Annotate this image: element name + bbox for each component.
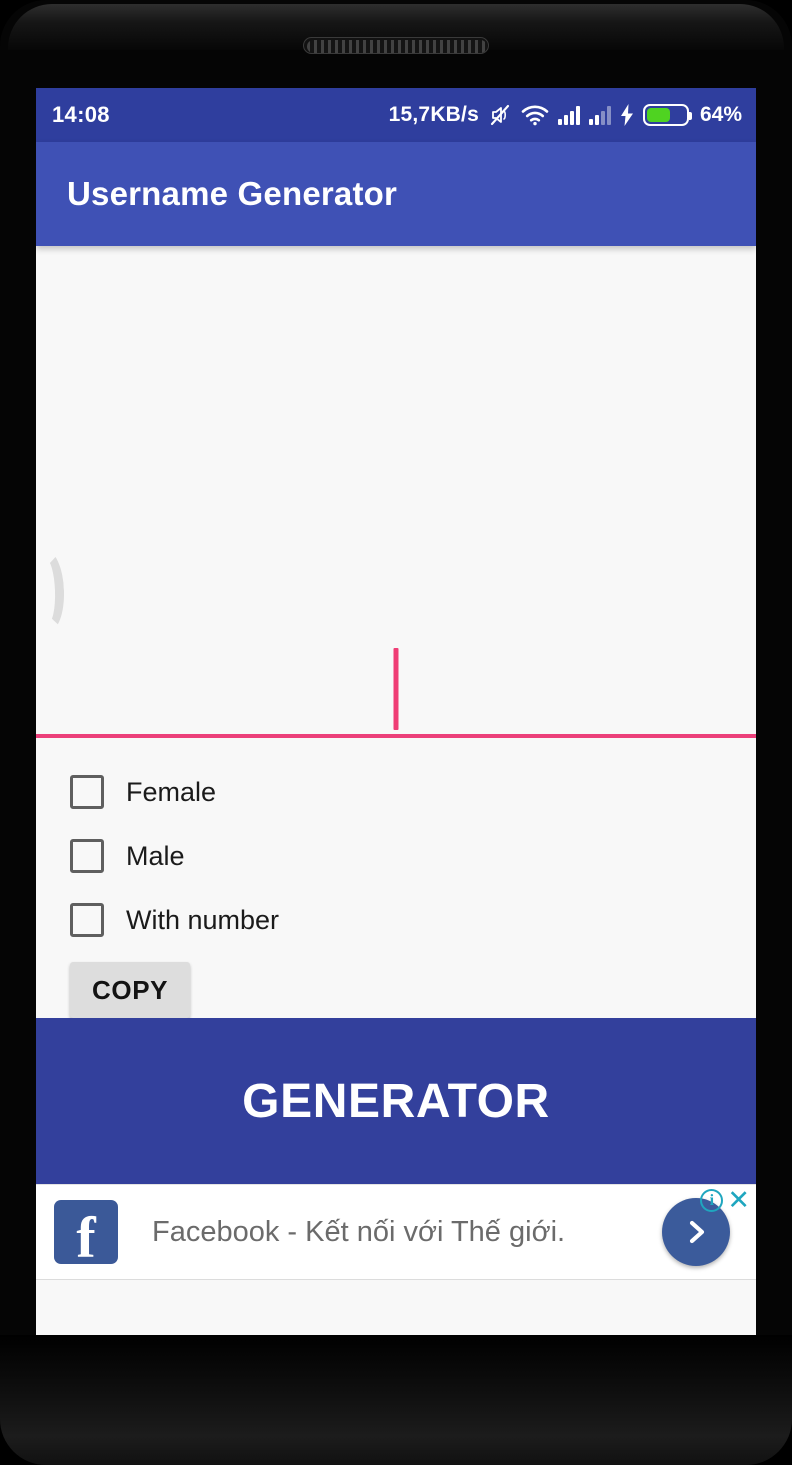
ad-banner[interactable]: f Facebook - Kết nối với Thế giới. i ✕ (36, 1184, 756, 1280)
status-bar: 14:08 15,7KB/s 64% (36, 88, 756, 142)
ad-headline-text: Facebook - Kết nối với Thế giới. (152, 1215, 566, 1248)
wifi-icon (521, 104, 549, 126)
status-bar-icons: 15,7KB/s 64% (389, 103, 742, 127)
copy-button[interactable]: COPY (70, 962, 191, 1018)
signal-sim1-icon (557, 105, 580, 125)
network-speed-text: 15,7KB/s (388, 103, 479, 126)
earpiece-grille (307, 40, 487, 53)
checkbox-label-male: Male (126, 840, 185, 871)
checkbox-female[interactable] (70, 775, 104, 809)
checkbox-with-number[interactable] (70, 903, 104, 937)
checkbox-row-male[interactable]: Male (70, 824, 756, 888)
copy-button-row: COPY (70, 952, 756, 1018)
text-caret (393, 648, 399, 730)
phone-screen: 14:08 15,7KB/s 64% Username Generator Fe… (36, 88, 756, 1372)
options-list: Female Male With number COPY (36, 738, 756, 1018)
facebook-logo-icon: f (54, 1200, 118, 1266)
battery-icon (642, 104, 692, 126)
checkbox-row-female[interactable]: Female (70, 760, 756, 824)
ad-controls: i ✕ (700, 1187, 750, 1214)
mute-icon (488, 103, 512, 127)
checkbox-label-female: Female (126, 776, 217, 807)
app-content: Female Male With number COPY GENERATOR f (36, 246, 756, 1372)
info-icon[interactable]: i (700, 1189, 724, 1212)
status-bar-clock: 14:08 (52, 102, 110, 127)
app-bar: Username Generator (36, 142, 756, 246)
generator-button[interactable]: GENERATOR (36, 1018, 756, 1184)
username-field-container[interactable] (36, 246, 756, 738)
checkbox-male[interactable] (70, 839, 104, 873)
close-icon[interactable]: ✕ (727, 1187, 750, 1214)
checkbox-row-with-number[interactable]: With number (70, 888, 756, 952)
checkbox-label-with-number: With number (126, 904, 280, 935)
device-bottom-bezel (0, 1335, 792, 1465)
earpiece-speaker-icon (303, 37, 489, 54)
phone-device-frame: 14:08 15,7KB/s 64% Username Generator Fe… (0, 0, 792, 1465)
page-title: Username Generator (67, 175, 398, 212)
charging-bolt-icon (620, 104, 634, 126)
battery-percent-text: 64% (699, 103, 742, 126)
signal-sim2-icon (588, 105, 611, 125)
